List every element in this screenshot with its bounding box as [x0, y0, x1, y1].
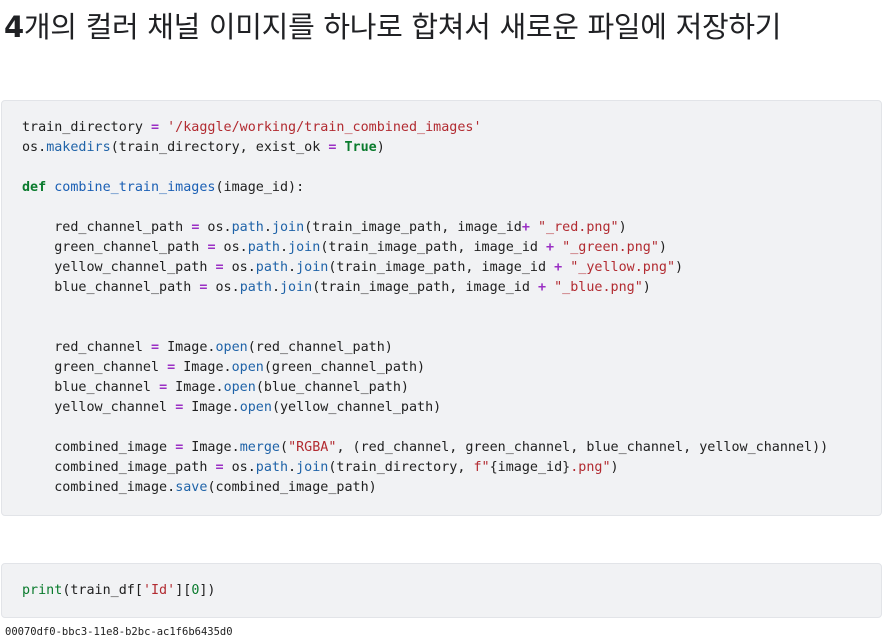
cell-output: 00070df0-bbc3-11e8-b2bc-ac1f6b6435d0 — [5, 626, 233, 638]
code-editor[interactable]: train_directory = '/kaggle/working/train… — [22, 118, 828, 498]
code-editor[interactable]: print(train_df['Id'][0]) — [22, 581, 216, 601]
code-line: yellow_channel = Image.open(yellow_chann… — [22, 400, 442, 415]
code-line: def combine_train_images(image_id): — [22, 180, 305, 195]
code-line: red_channel = Image.open(red_channel_pat… — [22, 340, 393, 355]
code-line: ​ — [22, 198, 828, 218]
heading-number: 4 — [4, 10, 24, 44]
code-line: ​ — [22, 418, 828, 438]
code-line: train_directory = '/kaggle/working/train… — [22, 120, 482, 135]
code-line: combined_image = Image.merge("RGBA", (re… — [22, 440, 829, 455]
code-line: green_channel = Image.open(green_channel… — [22, 360, 426, 375]
code-line: green_channel_path = os.path.join(train_… — [22, 240, 667, 255]
code-line: blue_channel = Image.open(blue_channel_p… — [22, 380, 409, 395]
code-cell-combine-images[interactable]: train_directory = '/kaggle/working/train… — [1, 100, 882, 516]
code-line: yellow_channel_path = os.path.join(train… — [22, 260, 684, 275]
heading-text: 개의 컬러 채널 이미지를 하나로 합쳐서 새로운 파일에 저장하기 — [23, 10, 782, 44]
code-line: os.makedirs(train_directory, exist_ok = … — [22, 140, 385, 155]
code-line: ​ — [22, 298, 828, 318]
code-line: combined_image.save(combined_image_path) — [22, 480, 377, 495]
code-line: ​ — [22, 318, 828, 338]
code-line: ​ — [22, 158, 828, 178]
code-cell-print-id[interactable]: print(train_df['Id'][0]) — [1, 563, 882, 618]
code-line: red_channel_path = os.path.join(train_im… — [22, 220, 627, 235]
code-line: print(train_df['Id'][0]) — [22, 583, 216, 598]
code-line: combined_image_path = os.path.join(train… — [22, 460, 619, 475]
code-line: blue_channel_path = os.path.join(train_i… — [22, 280, 651, 295]
section-heading: 4개의 컬러 채널 이미지를 하나로 합쳐서 새로운 파일에 저장하기 — [4, 8, 781, 46]
